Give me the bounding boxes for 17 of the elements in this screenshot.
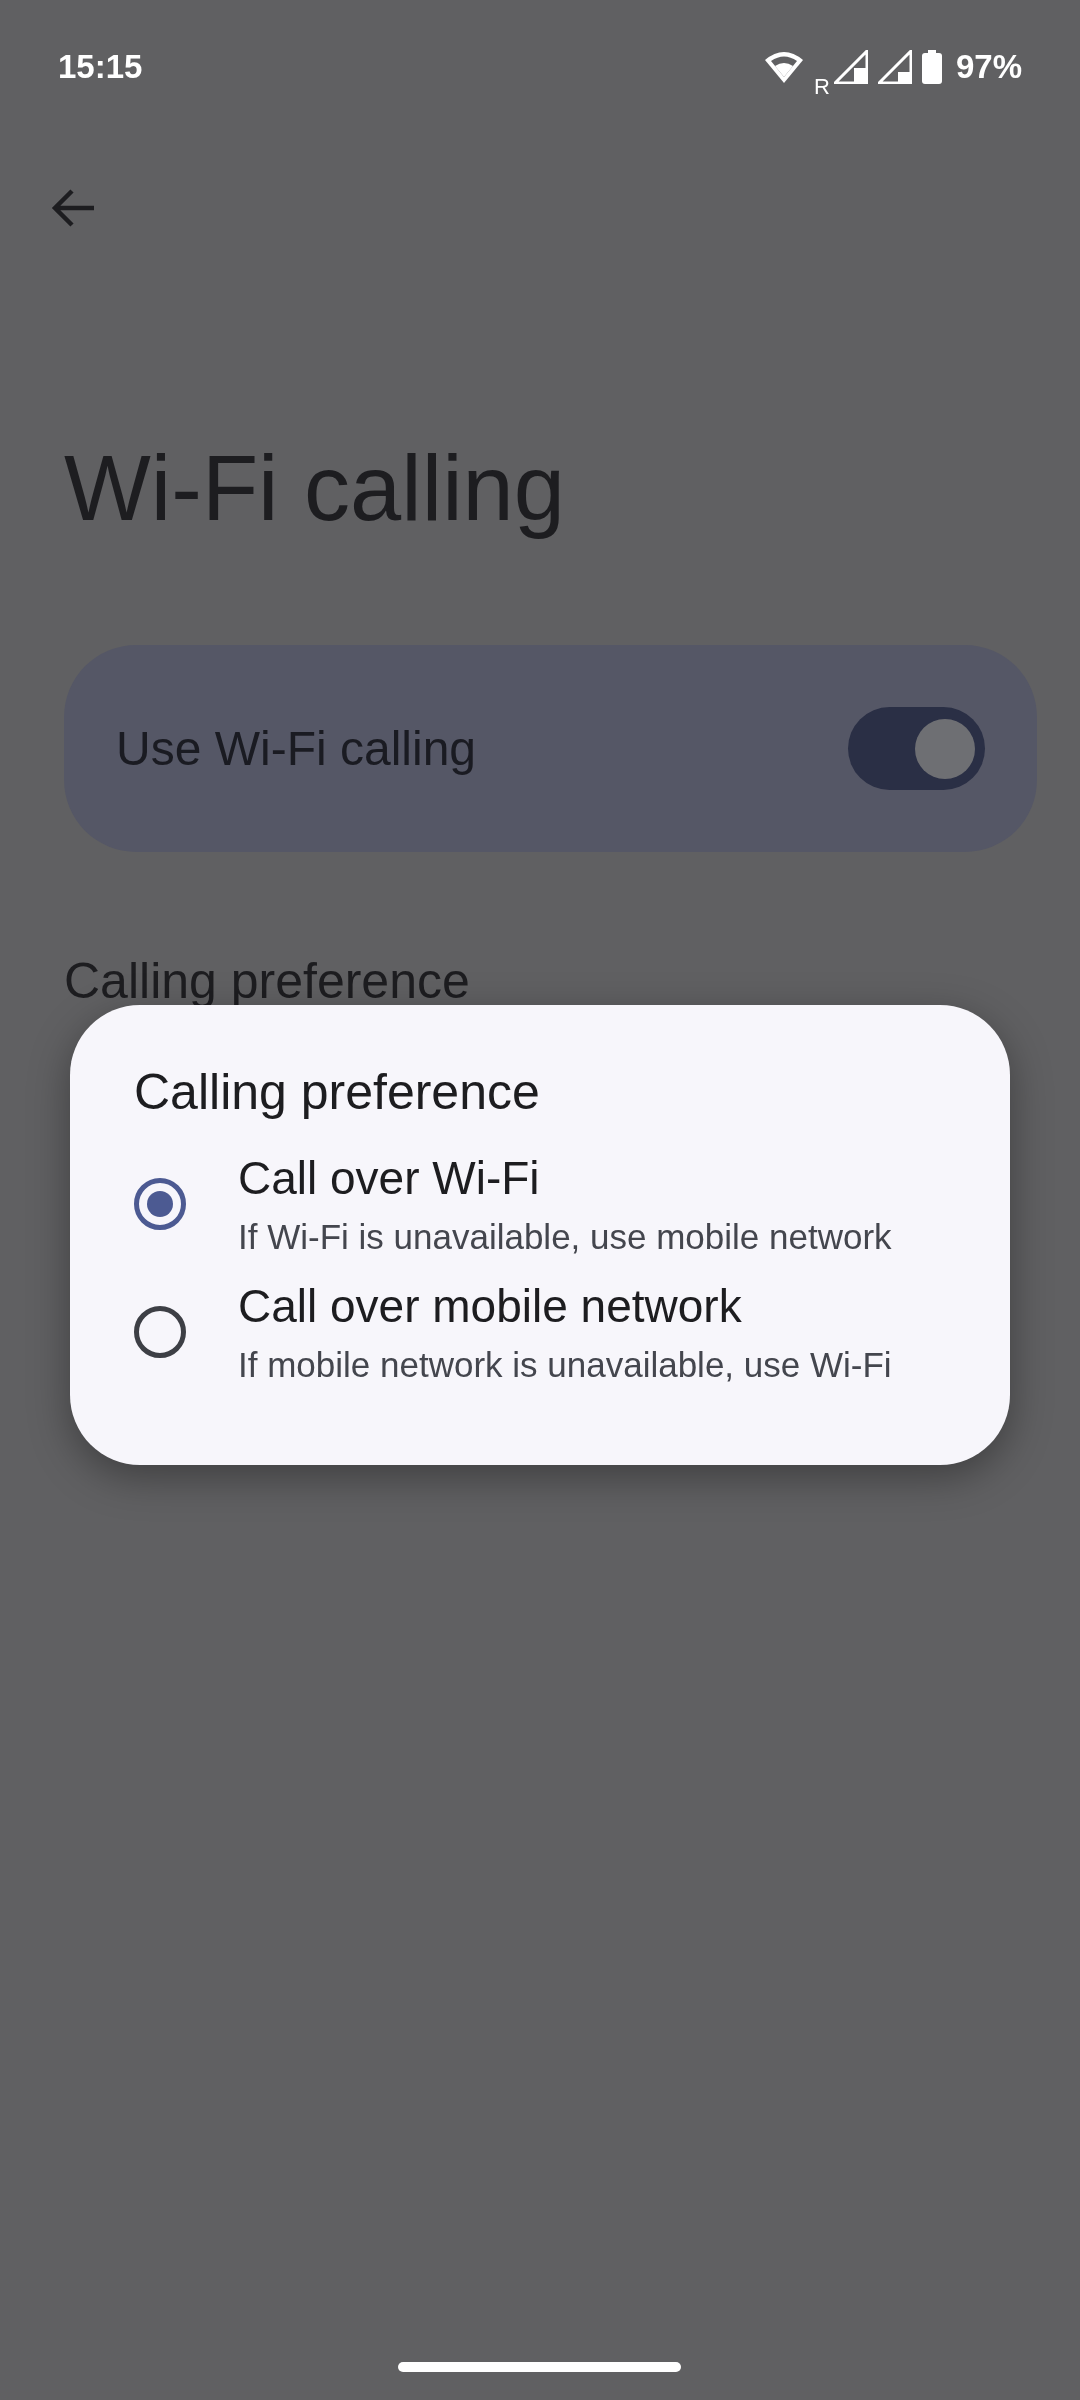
page-title: Wi-Fi calling (64, 436, 566, 541)
back-arrow-icon[interactable] (50, 188, 96, 228)
dialog-title: Calling preference (134, 1063, 541, 1121)
option-title[interactable]: Call over mobile network (238, 1279, 892, 1333)
radio-button[interactable] (134, 1306, 186, 1358)
signal-icon (833, 50, 868, 84)
option-subtitle: If mobile network is unavailable, use Wi-Fi (238, 1345, 892, 1385)
battery-percentage: 97% (955, 48, 1022, 86)
wifi-icon (764, 50, 805, 84)
option-title[interactable]: Call over Wi-Fi (238, 1151, 892, 1205)
roaming-label: R (814, 76, 830, 98)
radio-button[interactable] (134, 1178, 186, 1230)
option-subtitle: If Wi-Fi is unavailable, use mobile network (238, 1217, 892, 1257)
switch-label: Use Wi-Fi calling (116, 721, 477, 777)
status-time: 15:15 (58, 48, 143, 86)
signal-icon (877, 50, 912, 84)
battery-icon (921, 50, 942, 84)
